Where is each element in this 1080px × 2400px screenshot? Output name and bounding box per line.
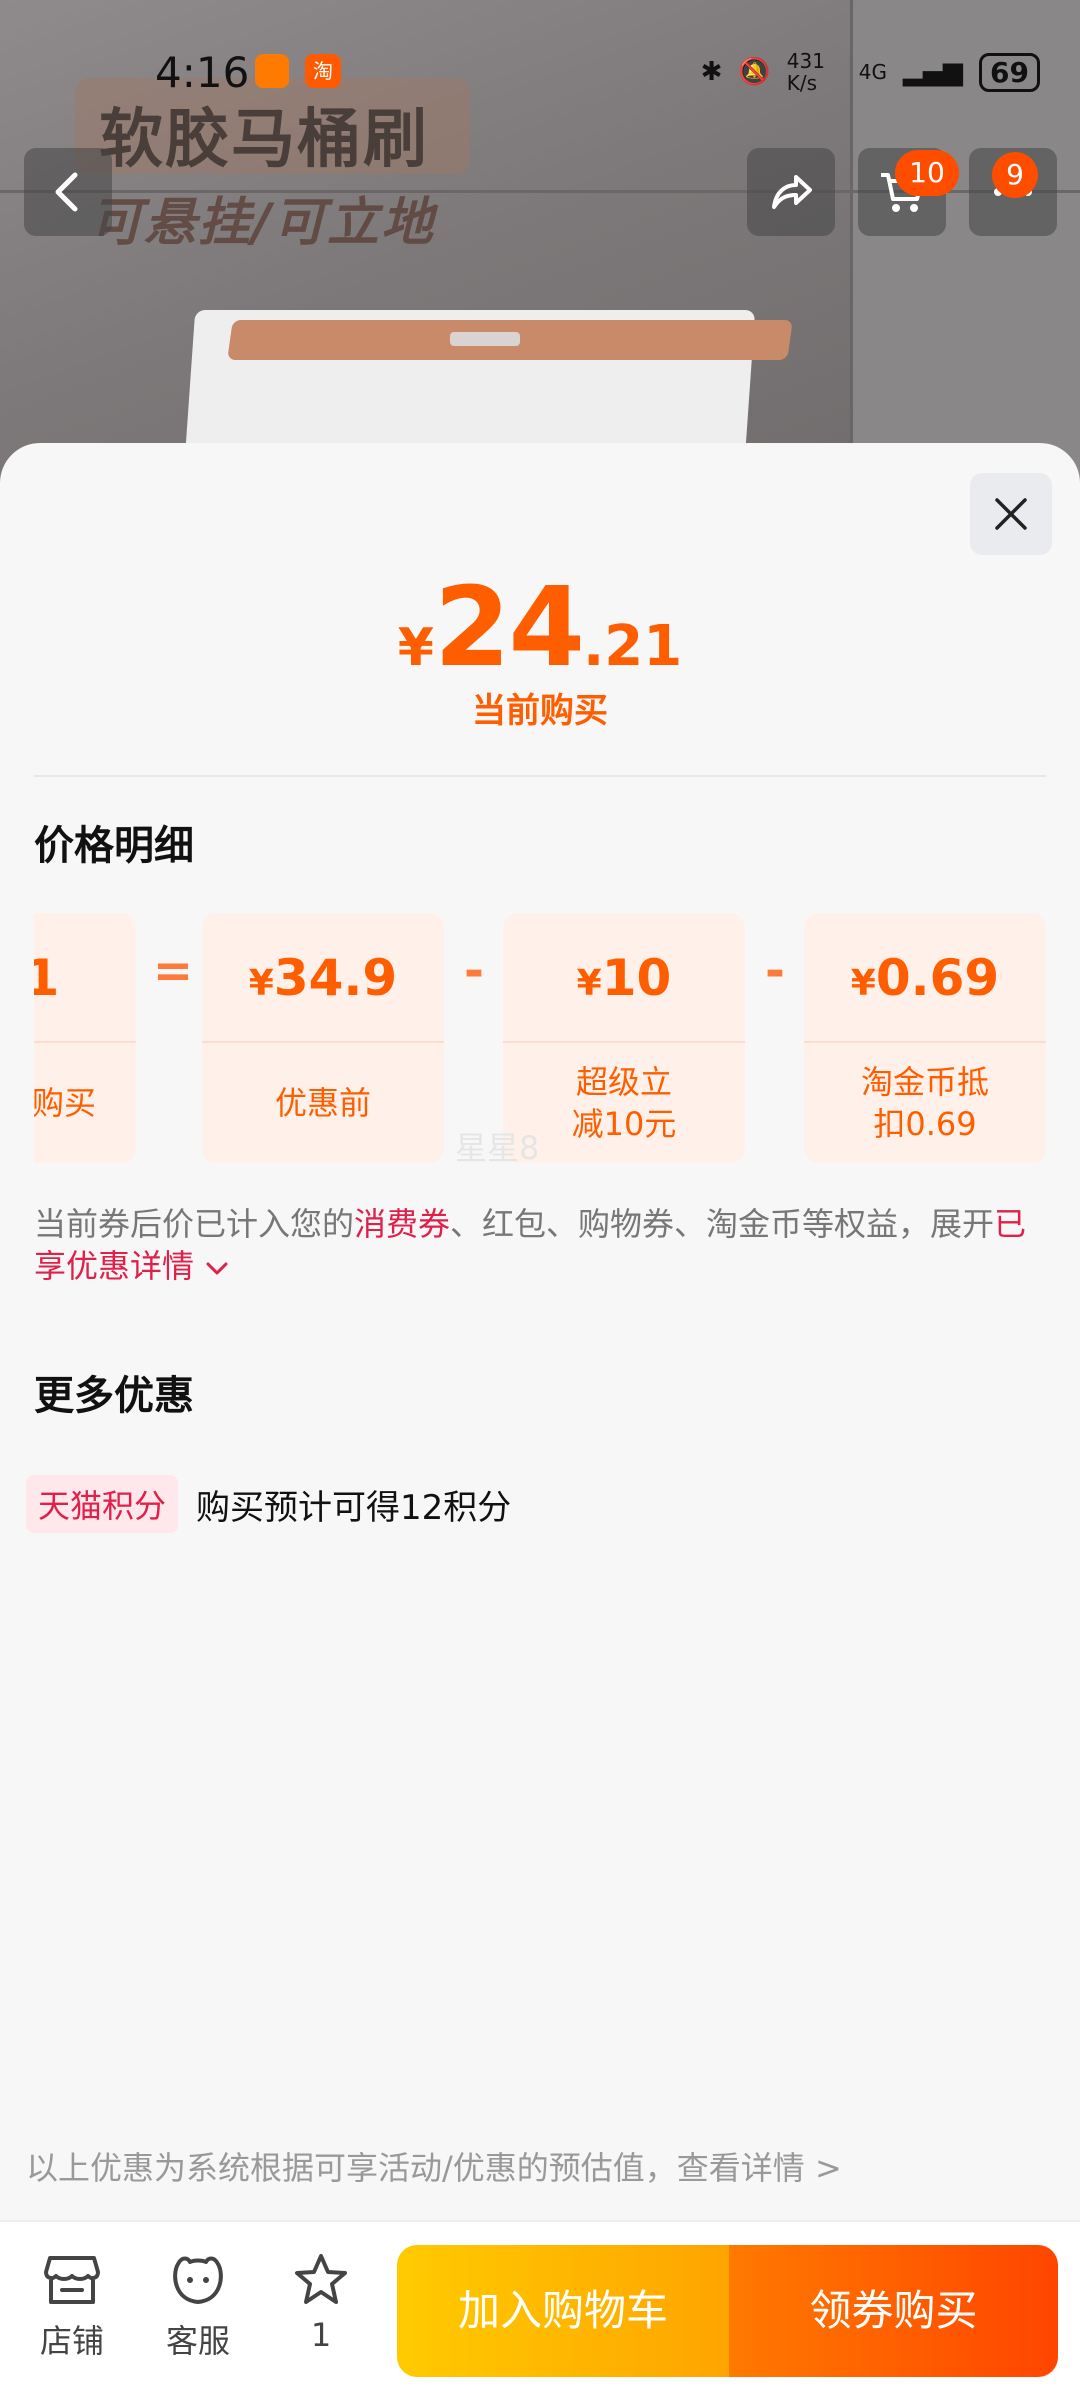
price-breakdown-cards[interactable]: .21 购买 = ¥34.9 优惠前 - ¥10 超级立减10元 - ¥0.69…: [34, 913, 1046, 1163]
close-button[interactable]: [970, 473, 1052, 555]
card-value-text: 0.69: [875, 949, 1000, 1007]
favorite-count: 1: [310, 2316, 332, 2354]
mute-icon: 🔕: [738, 57, 771, 87]
message-count-badge: 9: [992, 152, 1038, 198]
promo-subtitle: 可悬挂/可立地: [90, 193, 435, 253]
cart-count-badge: 10: [895, 150, 959, 196]
consumer-coupon-link[interactable]: 消费券: [354, 1205, 450, 1243]
battery-level: 69: [979, 52, 1040, 92]
price-detail-sheet: ¥24.21 当前购买 价格明细 .21 购买 = ¥34.9 优惠前 - ¥1…: [0, 443, 1080, 2400]
breakdown-card-original: ¥34.9 优惠前: [202, 913, 444, 1163]
tmall-points-text: 购买预计可得12积分: [196, 1487, 512, 1528]
bottom-action-bar: 店铺 客服 1 加入购物车 领券购买: [0, 2220, 1080, 2400]
breakdown-title: 价格明细: [34, 823, 194, 869]
network-type: 4G: [858, 60, 888, 84]
breakdown-card-current: .21 购买: [34, 913, 136, 1163]
card-value: .21: [34, 913, 136, 1043]
watermark: 星星8: [455, 1129, 540, 1167]
price-label: 当前购买: [472, 691, 608, 731]
shop-icon: [44, 2256, 100, 2304]
coupon-note: 当前券后价已计入您的消费券、红包、购物券、淘金币等权益，展开已享优惠详情: [34, 1203, 1046, 1287]
minus-operator: -: [464, 943, 484, 999]
buy-with-coupon-button[interactable]: 领券购买: [729, 2245, 1058, 2377]
net-speed: 431 K/s: [786, 49, 825, 95]
promo-title: 软胶马桶刷: [99, 103, 429, 177]
currency-symbol: ¥: [248, 963, 274, 1004]
add-to-cart-button[interactable]: 加入购物车: [397, 2245, 729, 2377]
note-text-2: 、红包、购物券、淘金币等权益，展开: [450, 1205, 995, 1243]
current-price: ¥24.21: [0, 563, 1080, 691]
bluetooth-icon: ✱: [700, 57, 723, 87]
bg-flush-button: [450, 332, 520, 346]
customer-service-button[interactable]: 客服: [148, 2252, 248, 2362]
notification-app-icon: [255, 54, 289, 88]
status-bar: 4:16 淘 ✱ 🔕 431 K/s 4G ▂▄▆ 69: [0, 40, 1080, 100]
back-button[interactable]: [24, 148, 112, 236]
currency-symbol: ¥: [576, 963, 602, 1004]
tmall-points-tag: 天猫积分: [26, 1475, 179, 1533]
divider: [34, 775, 1046, 777]
close-icon: [995, 498, 1027, 530]
card-value-text: 10: [601, 949, 672, 1007]
favorite-button[interactable]: 1: [271, 2252, 371, 2354]
card-value: ¥0.69: [804, 913, 1046, 1043]
card-label: 购买: [34, 1084, 96, 1122]
card-value: ¥34.9: [202, 913, 444, 1043]
card-value-text: 34.9: [273, 949, 398, 1007]
equals-operator: =: [152, 943, 194, 999]
card-value-text: .21: [34, 949, 60, 1007]
service-face-icon: [173, 2256, 223, 2304]
status-icons: ✱ 🔕 431 K/s 4G ▂▄▆ 69: [701, 50, 1040, 94]
tmall-points-row: 天猫积分 购买预计可得12积分: [26, 1475, 512, 1533]
signal-icon: ▂▄▆: [903, 57, 964, 87]
card-value: ¥10: [503, 913, 745, 1043]
card-label: 优惠前: [274, 1084, 371, 1122]
price-currency: ¥: [397, 618, 434, 678]
shop-button[interactable]: 店铺: [22, 2252, 122, 2362]
note-text-1: 当前券后价已计入您的: [34, 1205, 355, 1243]
price-decimal: .21: [583, 614, 683, 679]
breakdown-card-coins: ¥0.69 淘金币抵扣0.69: [804, 913, 1046, 1163]
share-icon: [772, 175, 812, 209]
service-label: 客服: [165, 2322, 230, 2360]
status-time: 4:16: [155, 48, 250, 97]
price-integer: 24: [433, 563, 585, 691]
taobao-notification-icon: 淘: [305, 54, 341, 88]
chevron-down-icon: [206, 1262, 228, 1275]
more-offers-title: 更多优惠: [34, 1373, 194, 1419]
star-icon: [295, 2254, 347, 2304]
shop-label: 店铺: [39, 2322, 104, 2360]
currency-symbol: ¥: [850, 963, 876, 1004]
card-label: 淘金币抵扣0.69: [860, 1063, 989, 1143]
chevron-left-icon: [55, 172, 78, 212]
share-button[interactable]: [747, 148, 835, 236]
estimate-disclaimer-link[interactable]: 以上优惠为系统根据可享活动/优惠的预估值，查看详情 >: [26, 2143, 842, 2189]
minus-operator: -: [765, 943, 785, 999]
